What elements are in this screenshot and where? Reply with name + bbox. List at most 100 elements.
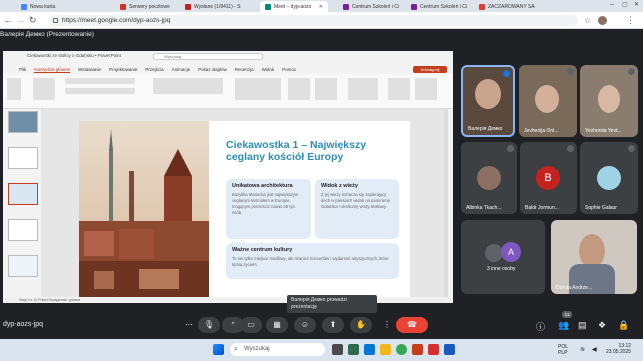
star-icon[interactable]: ☆	[584, 15, 591, 26]
ppt-tab[interactable]: Wstawianie	[78, 67, 101, 72]
editing-group[interactable]	[348, 78, 378, 100]
people-icon[interactable]: 👥	[558, 320, 569, 331]
dictate-button[interactable]	[388, 78, 410, 100]
chat-icon[interactable]: ▤	[578, 320, 587, 331]
participant-video	[598, 85, 620, 113]
layout-button[interactable]: ▦	[266, 317, 288, 333]
meet-icon	[265, 3, 271, 10]
ppt-search-input[interactable]: Wyszukaj	[153, 53, 263, 60]
slide-thumbnail[interactable]	[8, 147, 38, 169]
search-icon: ⌕	[234, 346, 238, 353]
windows-start-icon[interactable]	[213, 344, 224, 355]
others-tile[interactable]: A 3 inne osoby	[461, 220, 545, 294]
font-family-select[interactable]	[65, 78, 135, 84]
mic-off-icon	[507, 145, 514, 152]
participant-tile[interactable]: Sophie Galaur	[580, 142, 638, 214]
system-tray-language[interactable]: POL PLP	[558, 344, 568, 356]
slide-canvas: Ciekawostka 1 – Największy ceglany kości…	[41, 109, 447, 297]
ppt-tab[interactable]: Widok	[262, 67, 275, 72]
profile-avatar[interactable]	[598, 16, 607, 25]
ppt-tab[interactable]: Projektowanie	[109, 67, 137, 72]
close-icon[interactable]: ✕	[319, 4, 323, 10]
slide-thumbnail-selected[interactable]	[8, 183, 38, 205]
slide-scrollbar[interactable]	[444, 109, 448, 297]
slide-thumbnail[interactable]	[8, 255, 38, 277]
tab-sent-mail[interactable]: Wysłane (1/9411) - S	[180, 1, 248, 12]
tab-training-center-2[interactable]: Centrum Szkoleń i Ci	[406, 1, 474, 12]
meeting-code: dyp-aozs-jpq	[3, 321, 44, 328]
participant-tile[interactable]: Yevheniia Yevt...	[580, 65, 638, 137]
self-view-tile[interactable]: Dorota Andrze...	[551, 220, 637, 294]
maximize-icon[interactable]: ▢	[622, 1, 628, 8]
tab-new-tab[interactable]: Nowa karta	[16, 1, 76, 12]
quick-styles-button[interactable]	[315, 78, 337, 100]
ppt-tab[interactable]: Animacje	[172, 67, 191, 72]
acrobat-icon[interactable]	[428, 344, 439, 355]
file-explorer-icon[interactable]	[380, 344, 391, 355]
back-icon[interactable]: ←	[4, 15, 13, 26]
slide-thumbnails	[3, 109, 41, 299]
info-icon[interactable]: ⓘ	[536, 320, 545, 333]
camera-button[interactable]: ▭	[240, 317, 262, 333]
participant-tile[interactable]: B Baldr Jormun...	[520, 142, 577, 214]
activities-icon[interactable]: ❖	[598, 320, 606, 331]
participant-tile[interactable]: Albinka Tkach...	[461, 142, 517, 214]
more-options-icon[interactable]: ⋯	[178, 317, 200, 333]
taskbar-clock[interactable]: 13:12 23.05.2025	[606, 343, 631, 355]
tab-favicon	[479, 3, 485, 10]
close-window-icon[interactable]: ✕	[634, 1, 639, 8]
tab-training-center-1[interactable]: Centrum Szkoleń i Ci	[338, 1, 406, 12]
tab-favicon	[21, 3, 27, 10]
ppt-tab[interactable]: Przejścia	[145, 67, 163, 72]
host-controls-icon[interactable]: 🔒	[618, 320, 629, 331]
presenter-tooltip: Валерія Демко prowadzi prezentację	[287, 295, 377, 313]
emoji-button[interactable]: ☺	[294, 317, 316, 333]
widgets-icon[interactable]	[348, 344, 359, 355]
mic-off-icon	[567, 145, 574, 152]
volume-icon[interactable]: ◀	[592, 346, 597, 353]
shapes-gallery[interactable]	[235, 78, 281, 100]
ppt-tab[interactable]: Pomoc	[282, 67, 296, 72]
tab-zaczarowany[interactable]: ZACZAROWANY SA	[474, 1, 544, 12]
word-icon[interactable]	[444, 344, 455, 355]
url-input[interactable]: https://meet.google.com/dyp-aozs-jpq	[48, 15, 578, 26]
tab-mail-servers[interactable]: Serwery pocztowe	[115, 1, 180, 12]
tab-meet[interactable]: Meet – dyp-aozs ✕	[260, 1, 328, 12]
reload-icon[interactable]: ↻	[29, 15, 37, 26]
menu-icon[interactable]: ⋮	[626, 15, 635, 26]
mic-button[interactable]: 🎙	[198, 317, 220, 333]
more-vert-icon[interactable]: ⋮	[376, 317, 398, 333]
wifi-icon[interactable]: ≋	[580, 346, 585, 353]
arrange-button[interactable]	[288, 78, 310, 100]
participant-tile[interactable]: Валерія Демко	[461, 65, 515, 137]
card-heading: Unikatowa architektura	[232, 183, 293, 189]
paste-button[interactable]	[7, 78, 21, 100]
paragraph-group[interactable]	[153, 78, 223, 94]
ppt-tab[interactable]: Pokaz slajdów	[198, 67, 227, 72]
ppt-tab[interactable]: Recenzja	[235, 67, 254, 72]
edge-icon[interactable]	[364, 344, 375, 355]
task-view-icon[interactable]	[332, 344, 343, 355]
present-button[interactable]: ⬆	[322, 317, 344, 333]
new-slide-button[interactable]	[33, 78, 55, 100]
ppt-tab[interactable]: Plik	[19, 67, 26, 72]
participant-tile[interactable]: Jevhenija Onl...	[519, 65, 577, 137]
designer-button[interactable]	[415, 78, 437, 100]
raise-hand-button[interactable]: ✋	[350, 317, 372, 333]
slide-thumbnail[interactable]	[8, 111, 38, 133]
tab-favicon	[120, 3, 126, 10]
font-format-group[interactable]	[65, 88, 135, 94]
forward-icon[interactable]: →	[16, 15, 25, 26]
speaking-icon	[503, 70, 510, 77]
card-text: Bazylika Mariacka jest największym cegla…	[232, 192, 299, 215]
powerpoint-icon[interactable]	[412, 344, 423, 355]
minimize-icon[interactable]: –	[610, 1, 614, 8]
chrome-icon[interactable]	[396, 344, 407, 355]
ppt-tab[interactable]: Narzędzia główne	[34, 67, 71, 73]
end-call-button[interactable]: ☎	[396, 317, 428, 333]
card-tower-view: Widok z wieży Z jej wieży roztacza się za…	[315, 179, 399, 239]
participant-avatar	[477, 166, 501, 190]
slide-thumbnail[interactable]	[8, 219, 38, 241]
address-bar: ← → ↻ https://meet.google.com/dyp-aozs-j…	[0, 12, 643, 29]
taskbar-search[interactable]: ⌕ Wyszukaj	[230, 343, 325, 356]
